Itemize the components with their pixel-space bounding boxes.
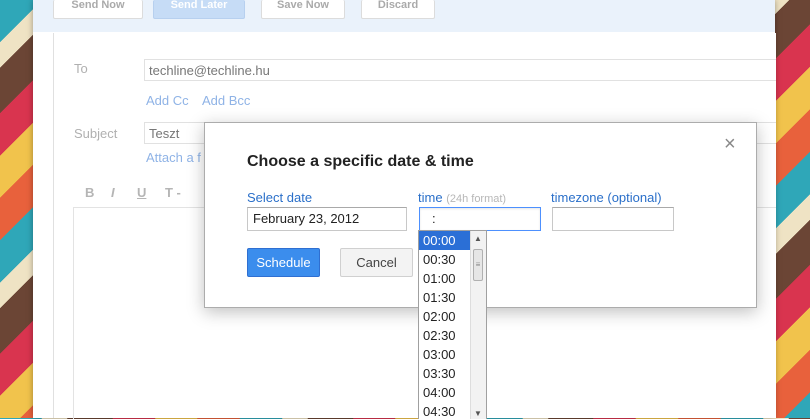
attach-link[interactable]: Attach a f [146, 150, 201, 165]
time-option[interactable]: 01:00 [419, 269, 473, 288]
scroll-thumb[interactable]: ≡ [473, 249, 483, 281]
timezone-label: timezone (optional) [551, 190, 662, 205]
time-format-hint: (24h format) [446, 193, 507, 205]
dialog-title: Choose a specific date & time [247, 153, 474, 170]
time-option[interactable]: 03:30 [419, 364, 473, 383]
send-now-button[interactable]: Send Now [53, 0, 143, 19]
select-date-label: Select date [247, 190, 313, 205]
time-label: time [418, 190, 443, 205]
underline-button[interactable]: U [137, 185, 146, 200]
cancel-button[interactable]: Cancel [340, 248, 413, 277]
date-input[interactable]: February 23, 2012 [247, 207, 407, 231]
to-field[interactable]: techline@techline.hu [144, 59, 776, 81]
time-option[interactable]: 04:30 [419, 402, 473, 419]
subject-label: Subject [74, 126, 118, 141]
time-option[interactable]: 00:00 [419, 231, 473, 250]
to-label: To [74, 61, 88, 76]
time-label-group: time (24h format) [418, 190, 506, 205]
schedule-button[interactable]: Schedule [247, 248, 320, 277]
compose-toolbar: Send Now Send Later Save Now Discard [33, 0, 775, 32]
add-bcc-link[interactable]: Add Bcc [202, 93, 250, 108]
time-option[interactable]: 02:30 [419, 326, 473, 345]
close-icon[interactable]: × [724, 134, 736, 154]
time-option[interactable]: 02:00 [419, 307, 473, 326]
scroll-down-arrow-icon[interactable]: ▼ [474, 409, 482, 418]
add-cc-link[interactable]: Add Cc [146, 93, 189, 108]
save-now-button[interactable]: Save Now [261, 0, 345, 19]
send-later-button[interactable]: Send Later [153, 0, 245, 19]
italic-button[interactable]: I [111, 185, 115, 200]
dropdown-scrollbar[interactable]: ▲ ≡ ▼ [470, 231, 486, 419]
discard-button[interactable]: Discard [361, 0, 435, 19]
time-option[interactable]: 00:30 [419, 250, 473, 269]
time-option[interactable]: 03:00 [419, 345, 473, 364]
time-option[interactable]: 04:00 [419, 383, 473, 402]
scroll-up-arrow-icon[interactable]: ▲ [474, 234, 482, 243]
timezone-input[interactable] [552, 207, 674, 231]
time-dropdown-list[interactable]: 00:00 00:30 01:00 01:30 02:00 02:30 03:00 03:30… [418, 230, 487, 419]
time-option[interactable]: 01:30 [419, 288, 473, 307]
time-input[interactable]: : [419, 207, 541, 231]
bold-button[interactable]: B [85, 185, 94, 200]
text-format-button[interactable]: T - [165, 185, 181, 200]
